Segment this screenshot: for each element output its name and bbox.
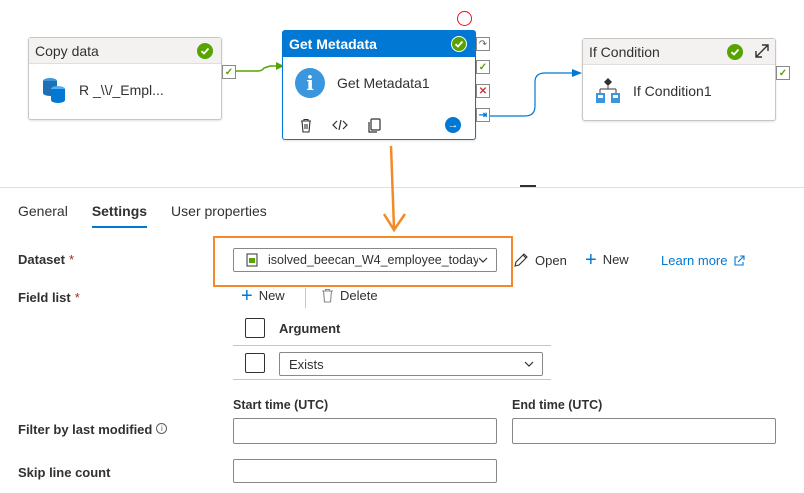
copy-data-subtitle: R _\\/_Empl... [79, 82, 164, 98]
if-success-port[interactable]: ✓ [776, 66, 790, 80]
delete-icon [322, 288, 333, 303]
argument-value: Exists [289, 356, 324, 372]
copy-success-port[interactable]: ✓ [222, 65, 236, 79]
success-check-icon [727, 44, 743, 60]
plus-icon: + [585, 248, 597, 271]
copy-data-activity[interactable]: Copy data R _\\/_Empl... [28, 37, 222, 120]
skip-line-count-label: Skip line count [18, 465, 111, 480]
field-list-label: Field list * [18, 290, 80, 305]
expand-icon[interactable] [753, 42, 771, 60]
delete-icon[interactable] [297, 116, 315, 134]
skip-port[interactable]: ↷ [476, 37, 490, 51]
copy-data-body: R _\\/_Empl... [29, 64, 221, 116]
add-field-button[interactable]: + New [241, 284, 285, 307]
get-metadata-body: i Get Metadata1 [283, 57, 475, 109]
start-time-input[interactable] [233, 418, 497, 444]
skip-line-count-input[interactable] [233, 459, 497, 483]
tab-settings[interactable]: Settings [91, 203, 148, 228]
copy-data-header: Copy data [29, 38, 221, 64]
argument-dropdown[interactable]: Exists [279, 352, 543, 376]
database-icon [43, 78, 65, 103]
delete-field-button[interactable]: Delete [321, 288, 378, 303]
copy-data-title: Copy data [35, 42, 99, 59]
chevron-down-icon [524, 361, 534, 367]
end-time-input[interactable] [512, 418, 776, 444]
clone-icon[interactable] [365, 116, 383, 134]
external-link-icon [734, 254, 746, 266]
pipeline-canvas[interactable]: Copy data R _\\/_Empl... ✓ Get Metadata … [0, 0, 804, 187]
success-check-icon [451, 36, 467, 52]
if-condition-title: If Condition [589, 43, 660, 60]
required-mark: * [68, 252, 75, 267]
required-mark: * [74, 290, 80, 305]
code-icon[interactable] [331, 116, 349, 134]
panel-divider[interactable] [0, 187, 804, 188]
completion-port[interactable]: ⇥ [476, 108, 490, 122]
pencil-icon [514, 253, 528, 267]
success-port[interactable]: ✓ [476, 60, 490, 74]
get-metadata-title: Get Metadata [289, 35, 377, 52]
argument-header: Argument [279, 321, 341, 336]
if-condition-activity[interactable]: If Condition If Condition1 [582, 38, 776, 121]
properties-tabs: General Settings User properties [18, 203, 267, 228]
row-divider [233, 379, 551, 380]
plus-icon: + [241, 284, 253, 307]
toolbar-separator [305, 288, 306, 308]
if-condition-body: If Condition1 [583, 65, 775, 117]
header-divider [233, 345, 551, 346]
info-icon[interactable]: i [156, 423, 168, 434]
get-metadata-header: Get Metadata [283, 31, 475, 57]
dataset-value: isolved_beecan_W4_employee_today [268, 253, 478, 267]
tab-user-properties[interactable]: User properties [171, 203, 267, 228]
dataset-dropdown[interactable]: isolved_beecan_W4_employee_today [233, 248, 497, 272]
get-metadata-name: Get Metadata1 [337, 75, 430, 91]
info-icon: i [295, 68, 325, 98]
learn-more-link[interactable]: Learn more [661, 253, 746, 268]
if-condition-icon [596, 78, 620, 103]
filter-last-modified-label: Filter by last modified i [18, 422, 168, 437]
get-metadata-activity[interactable]: Get Metadata i Get Metadata1 → [282, 30, 476, 140]
start-time-label: Start time (UTC) [233, 398, 329, 412]
end-time-label: End time (UTC) [512, 398, 603, 412]
open-button[interactable]: Open [513, 252, 567, 268]
tab-general[interactable]: General [18, 203, 68, 228]
new-dataset-button[interactable]: + New [585, 248, 629, 271]
failure-port[interactable]: ✕ [476, 84, 490, 98]
activity-actions: → [283, 111, 475, 139]
red-circle-marker [457, 11, 472, 26]
chevron-down-icon [478, 257, 488, 263]
go-arrow-icon[interactable]: → [445, 117, 461, 133]
dataset-label: Dataset * [18, 252, 75, 267]
if-condition-header: If Condition [583, 39, 775, 65]
if-condition-name: If Condition1 [633, 83, 712, 99]
dataset-file-icon [246, 253, 258, 267]
success-check-icon [197, 43, 213, 59]
select-all-checkbox[interactable] [245, 318, 265, 338]
row-checkbox[interactable] [245, 353, 265, 373]
